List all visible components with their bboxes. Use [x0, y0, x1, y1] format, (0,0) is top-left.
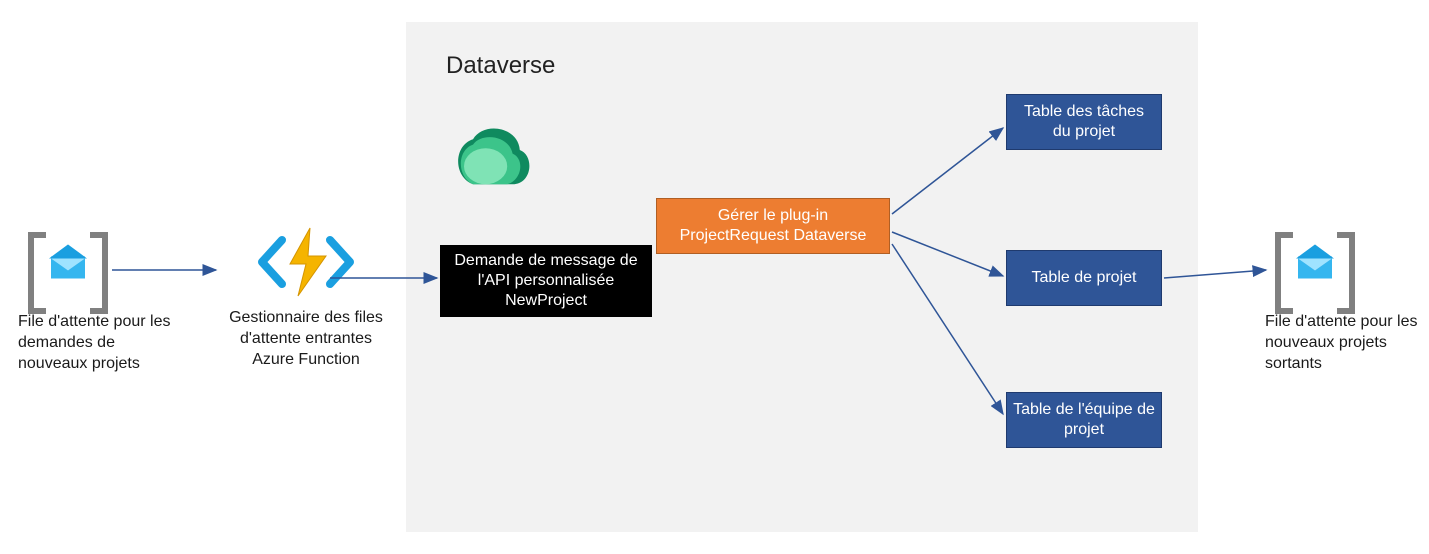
custom-api-message-box: Demande de message de l'API personnalisé… [440, 245, 652, 317]
dataverse-logo-icon [446, 114, 536, 209]
project-tasks-table-label: Table des tâches du projet [1013, 102, 1155, 142]
azure-function-label: Gestionnaire des files d'attente entrant… [221, 308, 391, 370]
dataverse-title: Dataverse [446, 52, 555, 80]
incoming-queue-node: File d'attente pour les demandes de nouv… [18, 232, 178, 374]
outgoing-queue-node: File d'attente pour les nouveaux projets… [1265, 232, 1425, 374]
project-team-table-label: Table de l'équipe de projet [1013, 400, 1155, 440]
azure-function-node: Gestionnaire des files d'attente entrant… [221, 222, 391, 370]
plugin-label: Gérer le plug-in ProjectRequest Datavers… [663, 206, 883, 246]
azure-function-icon [256, 222, 356, 302]
plugin-box: Gérer le plug-in ProjectRequest Datavers… [656, 198, 890, 254]
queue-icon [28, 232, 108, 302]
incoming-queue-label: File d'attente pour les demandes de nouv… [18, 312, 178, 374]
project-tasks-table-box: Table des tâches du projet [1006, 94, 1162, 150]
queue-icon [1275, 232, 1355, 302]
project-table-label: Table de projet [1032, 268, 1137, 288]
project-team-table-box: Table de l'équipe de projet [1006, 392, 1162, 448]
outgoing-queue-label: File d'attente pour les nouveaux projets… [1265, 312, 1425, 374]
project-table-box: Table de projet [1006, 250, 1162, 306]
custom-api-message-label: Demande de message de l'API personnalisé… [446, 251, 646, 311]
